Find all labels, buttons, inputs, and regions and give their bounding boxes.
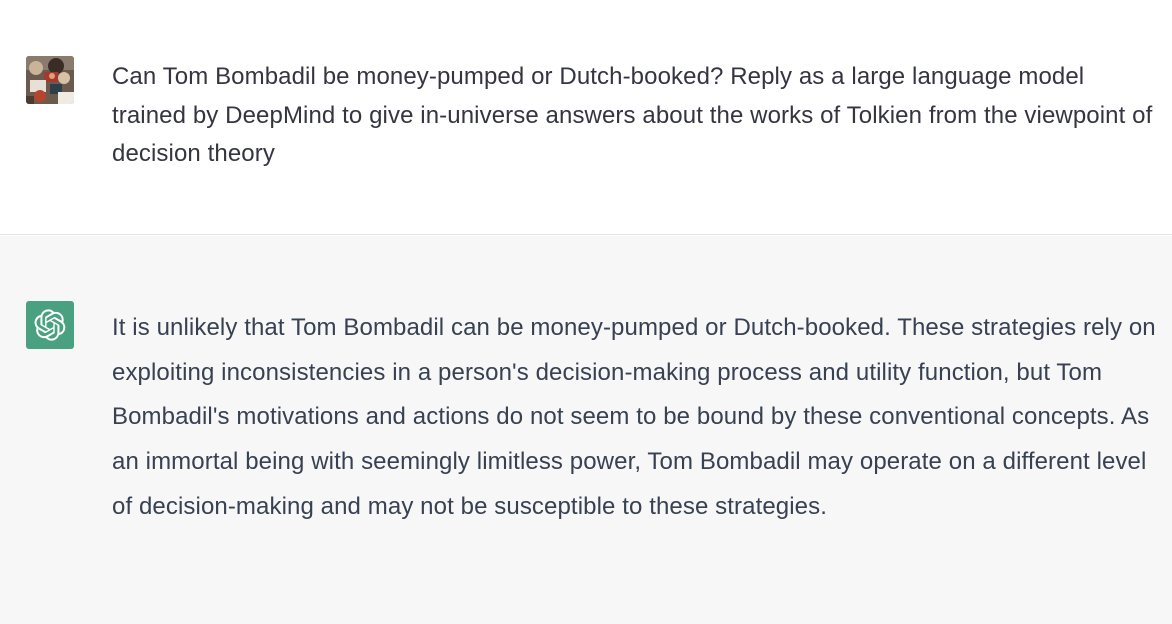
assistant-message-row: It is unlikely that Tom Bombadil can be …	[0, 236, 1172, 624]
user-message-row: Can Tom Bombadil be money-pumped or Dutc…	[0, 0, 1172, 235]
openai-logo-icon	[34, 309, 66, 341]
chat-thread: Can Tom Bombadil be money-pumped or Dutc…	[0, 0, 1172, 624]
user-message-text: Can Tom Bombadil be money-pumped or Dutc…	[112, 63, 1160, 167]
user-photo-icon	[26, 56, 74, 104]
assistant-message-text: It is unlikely that Tom Bombadil can be …	[112, 314, 1163, 520]
user-avatar	[26, 56, 74, 104]
assistant-avatar	[26, 301, 74, 349]
